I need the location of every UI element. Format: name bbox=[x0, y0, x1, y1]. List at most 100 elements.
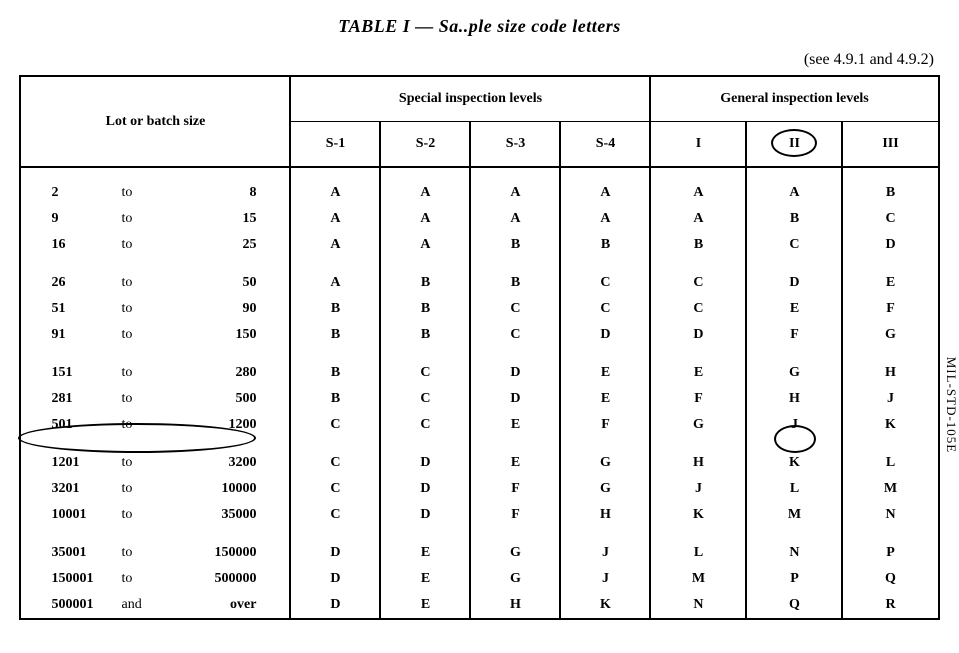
value-cell: F bbox=[470, 502, 560, 528]
table-row: 91to150BBCDDFG bbox=[20, 322, 938, 348]
value-cell: A bbox=[560, 206, 650, 232]
value-cell: Q bbox=[842, 566, 938, 592]
lot-cell: 26to50 bbox=[20, 270, 290, 296]
lot-to-value: 90 bbox=[176, 301, 266, 317]
value-cell: A bbox=[380, 180, 470, 206]
value-cell: L bbox=[650, 540, 746, 566]
value-cell: B bbox=[290, 296, 380, 322]
table-row: 16to25AABBBCD bbox=[20, 232, 938, 258]
gap-row bbox=[20, 167, 938, 180]
value-cell: C bbox=[650, 270, 746, 296]
lot-from: 151 bbox=[51, 365, 121, 381]
value-cell: J bbox=[842, 386, 938, 412]
lot-to-word: to bbox=[121, 391, 176, 407]
value-cell: N bbox=[650, 592, 746, 619]
value-cell: A bbox=[380, 206, 470, 232]
lot-from: 26 bbox=[51, 275, 121, 291]
value-cell: E bbox=[380, 566, 470, 592]
header-i: I bbox=[650, 122, 746, 168]
value-cell: L bbox=[746, 476, 842, 502]
header-lot: Lot or batch size bbox=[20, 76, 290, 167]
value-cell: E bbox=[650, 360, 746, 386]
value-cell: M bbox=[842, 476, 938, 502]
table-row: 51to90BBCCCEF bbox=[20, 296, 938, 322]
value-cell: B bbox=[746, 206, 842, 232]
value-cell: E bbox=[842, 270, 938, 296]
table-title: TABLE I — Sa..ple size code letters bbox=[15, 16, 944, 37]
lot-from: 501 bbox=[51, 417, 121, 433]
value-cell: A bbox=[470, 180, 560, 206]
value-cell: B bbox=[380, 270, 470, 296]
table-row: 501to1200CCEFGJK bbox=[20, 412, 938, 438]
value-cell: C bbox=[290, 502, 380, 528]
value-cell: A bbox=[650, 206, 746, 232]
value-cell: E bbox=[746, 296, 842, 322]
lot-to-value: over bbox=[176, 597, 266, 613]
lot-to-word: to bbox=[121, 545, 176, 561]
value-cell: B bbox=[380, 296, 470, 322]
value-cell: G bbox=[560, 450, 650, 476]
value-cell: C bbox=[290, 412, 380, 438]
header-s4: S-4 bbox=[560, 122, 650, 168]
value-cell: D bbox=[470, 360, 560, 386]
lot-to-word: and bbox=[121, 597, 176, 613]
value-cell: B bbox=[290, 322, 380, 348]
lot-to-word: to bbox=[121, 211, 176, 227]
lot-to-value: 25 bbox=[176, 237, 266, 253]
lot-to-value: 3200 bbox=[176, 455, 266, 471]
lot-to-word: to bbox=[121, 507, 176, 523]
value-cell: D bbox=[842, 232, 938, 258]
value-cell: A bbox=[650, 180, 746, 206]
value-cell: H bbox=[650, 450, 746, 476]
lot-to-word: to bbox=[121, 237, 176, 253]
lot-from: 2 bbox=[51, 185, 121, 201]
value-cell: D bbox=[560, 322, 650, 348]
value-cell: M bbox=[746, 502, 842, 528]
sample-size-table: Lot or batch size Special inspection lev… bbox=[19, 75, 939, 620]
table-row: 9to15AAAAABC bbox=[20, 206, 938, 232]
table-row: 26to50ABBCCDE bbox=[20, 270, 938, 296]
header-ii: II bbox=[746, 122, 842, 168]
value-cell: A bbox=[746, 180, 842, 206]
table-row: 3201to10000CDFGJLM bbox=[20, 476, 938, 502]
lot-cell: 2to8 bbox=[20, 180, 290, 206]
value-cell: D bbox=[380, 476, 470, 502]
lot-from: 91 bbox=[51, 327, 121, 343]
value-cell: F bbox=[650, 386, 746, 412]
lot-cell: 500001andover bbox=[20, 592, 290, 619]
value-cell: A bbox=[290, 206, 380, 232]
lot-from: 500001 bbox=[51, 597, 121, 613]
value-cell: A bbox=[290, 232, 380, 258]
value-cell: A bbox=[560, 180, 650, 206]
value-cell: G bbox=[470, 540, 560, 566]
lot-from: 150001 bbox=[51, 571, 121, 587]
value-cell: G bbox=[470, 566, 560, 592]
lot-to-word: to bbox=[121, 185, 176, 201]
value-cell: C bbox=[560, 296, 650, 322]
value-cell: J bbox=[650, 476, 746, 502]
lot-to-word: to bbox=[121, 571, 176, 587]
value-cell: D bbox=[470, 386, 560, 412]
gap-row bbox=[20, 348, 938, 360]
value-cell: F bbox=[746, 322, 842, 348]
value-cell: F bbox=[560, 412, 650, 438]
see-reference: (see 4.9.1 and 4.9.2) bbox=[15, 51, 934, 69]
lot-to-word: to bbox=[121, 327, 176, 343]
lot-cell: 1201to3200 bbox=[20, 450, 290, 476]
value-cell: E bbox=[380, 592, 470, 619]
header-ii-label: II bbox=[789, 136, 800, 151]
value-cell: C bbox=[380, 386, 470, 412]
lot-to-value: 500000 bbox=[176, 571, 266, 587]
table-row: 1201to3200CDEGHKL bbox=[20, 450, 938, 476]
value-cell: D bbox=[290, 566, 380, 592]
value-cell: J bbox=[560, 540, 650, 566]
value-cell: E bbox=[470, 450, 560, 476]
value-cell: M bbox=[650, 566, 746, 592]
lot-from: 51 bbox=[51, 301, 121, 317]
value-cell: P bbox=[842, 540, 938, 566]
table-row: 281to500BCDEFHJ bbox=[20, 386, 938, 412]
table-row: 10001to35000CDFHKMN bbox=[20, 502, 938, 528]
lot-to-word: to bbox=[121, 275, 176, 291]
value-cell: C bbox=[380, 360, 470, 386]
lot-to-value: 8 bbox=[176, 185, 266, 201]
